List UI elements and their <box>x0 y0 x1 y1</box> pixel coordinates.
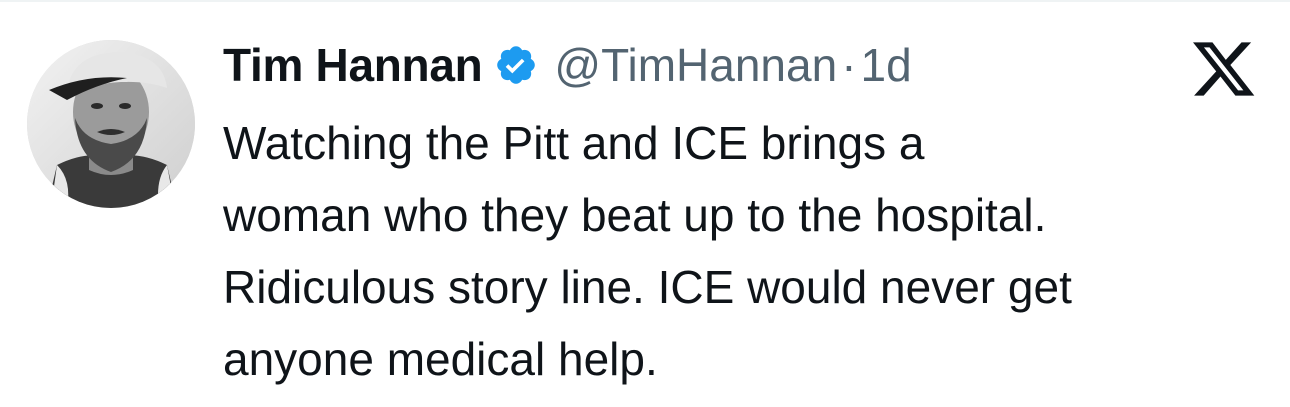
display-name[interactable]: Tim Hannan <box>223 38 483 92</box>
avatar[interactable] <box>27 40 195 208</box>
timestamp[interactable]: 1d <box>861 38 912 92</box>
x-logo-icon[interactable] <box>1193 42 1257 96</box>
tweet-header: Tim Hannan @TimHannan · 1d <box>223 30 912 100</box>
tweet-card[interactable]: Tim Hannan @TimHannan · 1d Watching the … <box>0 0 1290 407</box>
verified-badge-icon <box>494 43 538 87</box>
user-handle[interactable]: @TimHannan <box>554 38 837 92</box>
profile-photo <box>27 40 195 208</box>
tweet-text: Watching the Pitt and ICE brings a woman… <box>223 117 1072 385</box>
separator-dot: · <box>841 39 857 91</box>
